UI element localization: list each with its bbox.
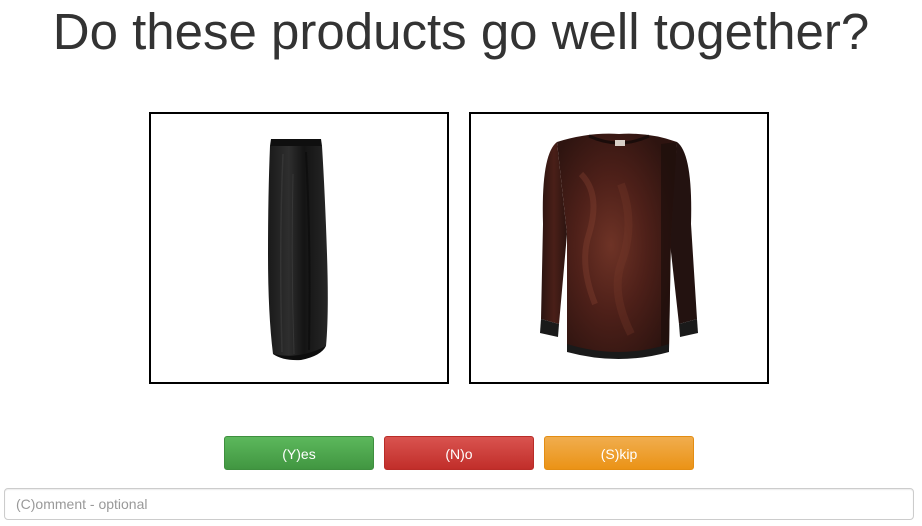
no-button[interactable]: (N)o (384, 436, 534, 470)
product-card-right (469, 112, 769, 384)
product-card-left (149, 112, 449, 384)
page: Do these products go well together? (Y)e… (0, 0, 922, 526)
skip-button[interactable]: (S)kip (544, 436, 694, 470)
skirt-image (268, 139, 328, 361)
question-heading: Do these products go well together? (52, 3, 870, 60)
blouse-image (540, 133, 698, 359)
yes-button[interactable]: (Y)es (224, 436, 374, 470)
comment-input[interactable] (4, 488, 914, 520)
